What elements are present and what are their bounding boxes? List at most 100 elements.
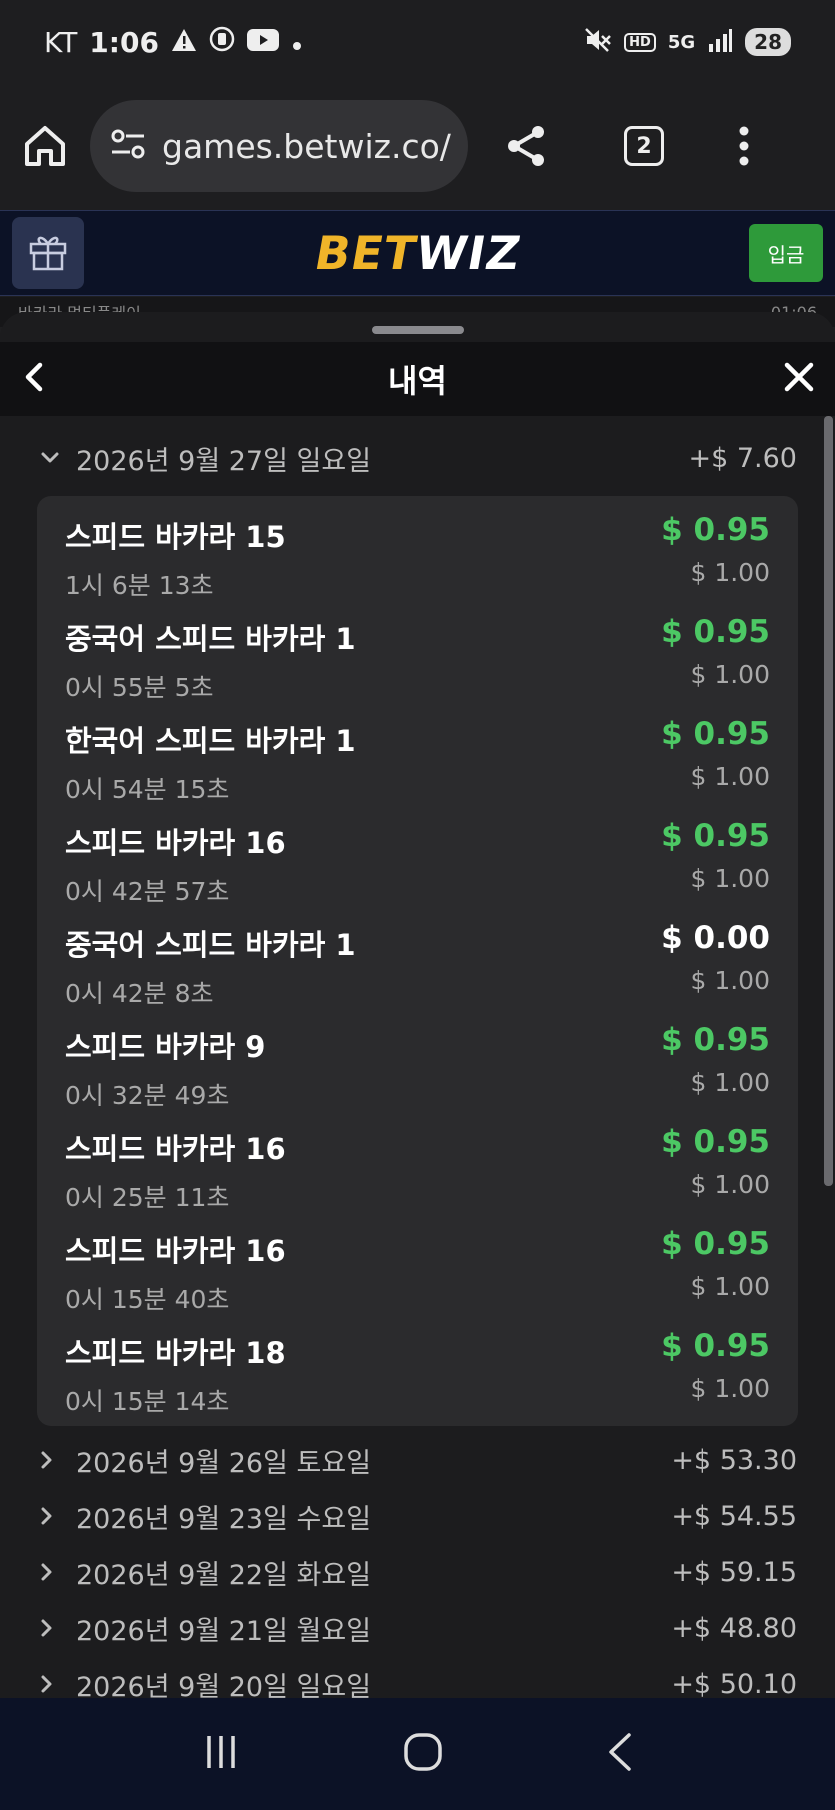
status-left: KT 1:06 — [44, 26, 303, 59]
stake-amount: $ 1.00 — [690, 966, 770, 995]
logo-bet: BET — [310, 226, 421, 280]
day-total: +$ 50.10 — [671, 1668, 797, 1699]
payout-amount: $ 0.95 — [661, 716, 770, 752]
deposit-button[interactable]: 입금 — [749, 224, 823, 282]
sheet-header: 내역 — [0, 342, 835, 416]
back-nav-icon[interactable] — [605, 1731, 635, 1777]
game-name: 한국어 스피드 바카라 1 — [65, 724, 356, 758]
day-date: 2026년 9월 27일 일요일 — [76, 445, 372, 477]
stake-amount: $ 1.00 — [690, 660, 770, 689]
day-header-expanded[interactable]: 2026년 9월 27일 일요일 +$ 7.60 — [0, 430, 835, 486]
game-name: 중국어 스피드 바카라 1 — [65, 622, 356, 656]
battery-level: 28 — [745, 28, 791, 56]
chevron-right-icon — [40, 1450, 66, 1470]
payout-amount: $ 0.95 — [661, 818, 770, 854]
chevron-right-icon — [40, 1562, 66, 1582]
day-header-collapsed[interactable]: 2026년 9월 20일 일요일 +$ 50.10 — [0, 1656, 835, 1698]
day-entries-card: 스피드 바카라 15 1시 6분 13초 $ 0.95 $ 1.00 중국어 스피드… — [37, 496, 798, 1426]
recent-apps-icon[interactable] — [201, 1732, 241, 1776]
game-time: 0시 55분 5초 — [65, 673, 214, 702]
stake-amount: $ 1.00 — [690, 864, 770, 893]
payout-amount: $ 0.95 — [661, 1226, 770, 1262]
game-time: 0시 32분 49초 — [65, 1081, 230, 1110]
clock: 1:06 — [89, 25, 159, 59]
game-time: 0시 42분 8초 — [65, 979, 214, 1008]
payout-amount: $ 0.95 — [661, 614, 770, 650]
carrier-label: KT — [44, 25, 78, 59]
tune-icon[interactable] — [110, 129, 146, 163]
day-total: +$ 7.60 — [688, 442, 797, 474]
more-vertical-icon[interactable] — [738, 125, 750, 167]
gift-button[interactable] — [12, 217, 84, 289]
stake-amount: $ 1.00 — [690, 1272, 770, 1301]
game-time: 1시 6분 13초 — [65, 571, 214, 600]
game-name: 스피드 바카라 16 — [65, 1234, 286, 1268]
game-time: 0시 15분 14초 — [65, 1387, 230, 1416]
home-nav-icon[interactable] — [402, 1731, 444, 1777]
url-text[interactable]: games.betwiz.co/ — [162, 127, 451, 166]
hd-badge: HD — [624, 32, 656, 52]
system-navigation-bar — [0, 1698, 835, 1810]
payout-amount: $ 0.00 — [661, 920, 770, 956]
game-name: 중국어 스피드 바카라 1 — [65, 928, 356, 962]
chevron-right-icon — [40, 1618, 66, 1638]
payout-amount: $ 0.95 — [661, 1022, 770, 1058]
payout-amount: $ 0.95 — [661, 512, 770, 548]
history-entry[interactable]: 중국어 스피드 바카라 1 0시 42분 8초 $ 0.00 $ 1.00 — [37, 910, 798, 1012]
history-entry[interactable]: 스피드 바카라 18 0시 15분 14초 $ 0.95 $ 1.00 — [37, 1318, 798, 1420]
day-total: +$ 48.80 — [671, 1612, 797, 1644]
sheet-drag-handle[interactable] — [372, 326, 464, 334]
day-total: +$ 54.55 — [671, 1500, 797, 1532]
history-entry[interactable]: 스피드 바카라 16 0시 25분 11초 $ 0.95 $ 1.00 — [37, 1114, 798, 1216]
site-header: BETWIZ 입금 — [0, 210, 835, 296]
stake-amount: $ 1.00 — [690, 1068, 770, 1097]
warning-icon — [171, 26, 197, 59]
stake-amount: $ 1.00 — [690, 1374, 770, 1403]
youtube-icon — [246, 26, 279, 59]
betwiz-logo[interactable]: BETWIZ — [310, 226, 525, 280]
chevron-left-icon[interactable] — [22, 362, 48, 396]
game-name: 스피드 바카라 16 — [65, 826, 286, 860]
game-name: 스피드 바카라 16 — [65, 1132, 286, 1166]
stake-amount: $ 1.00 — [690, 1170, 770, 1199]
history-list: 2026년 9월 27일 일요일 +$ 7.60 스피드 바카라 15 1시 6분… — [0, 416, 835, 1698]
game-time: 0시 15분 40초 — [65, 1285, 230, 1314]
status-right: HD 5G 28 — [584, 27, 791, 58]
chevron-down-icon — [40, 451, 66, 465]
game-name: 스피드 바카라 9 — [65, 1030, 266, 1064]
logo-wiz: WIZ — [411, 226, 525, 280]
payout-amount: $ 0.95 — [661, 1124, 770, 1160]
stake-amount: $ 1.00 — [690, 762, 770, 791]
sheet-title: 내역 — [388, 362, 447, 400]
day-total: +$ 59.15 — [671, 1556, 797, 1588]
history-entry[interactable]: 스피드 바카라 16 0시 15분 40초 $ 0.95 $ 1.00 — [37, 1216, 798, 1318]
day-header-collapsed[interactable]: 2026년 9월 21일 월요일 +$ 48.80 — [0, 1600, 835, 1656]
day-header-collapsed[interactable]: 2026년 9월 26일 토요일 +$ 53.30 — [0, 1432, 835, 1488]
day-header-collapsed[interactable]: 2026년 9월 23일 수요일 +$ 54.55 — [0, 1488, 835, 1544]
home-icon[interactable] — [22, 123, 68, 169]
day-date: 2026년 9월 20일 일요일 — [76, 1671, 372, 1699]
sync-icon — [209, 26, 235, 59]
history-entry[interactable]: 중국어 스피드 바카라 1 0시 55분 5초 $ 0.95 $ 1.00 — [37, 604, 798, 706]
history-entry[interactable]: 스피드 바카라 15 1시 6분 13초 $ 0.95 $ 1.00 — [37, 502, 798, 604]
game-time: 0시 42분 57초 — [65, 877, 230, 906]
history-entry[interactable]: 스피드 바카라 16 0시 42분 57초 $ 0.95 $ 1.00 — [37, 808, 798, 910]
address-bar[interactable]: games.betwiz.co/ — [90, 100, 468, 192]
history-entry[interactable]: 한국어 스피드 바카라 1 0시 54분 15초 $ 0.95 $ 1.00 — [37, 706, 798, 808]
tab-switcher-button[interactable]: 2 — [624, 126, 664, 166]
game-time: 0시 54분 15초 — [65, 775, 230, 804]
status-bar: KT 1:06 HD 5G 28 — [0, 0, 835, 84]
mute-icon — [584, 27, 612, 58]
history-sheet: 내역 2026년 9월 27일 일요일 +$ 7.60 스피드 바카라 15 1시… — [0, 312, 835, 1698]
day-date: 2026년 9월 21일 월요일 — [76, 1615, 372, 1647]
game-time: 0시 25분 11초 — [65, 1183, 230, 1212]
share-icon[interactable] — [504, 124, 548, 168]
browser-toolbar: games.betwiz.co/ 2 — [0, 84, 835, 208]
signal-icon — [707, 28, 733, 57]
game-name: 스피드 바카라 15 — [65, 520, 286, 554]
stake-amount: $ 1.00 — [690, 558, 770, 587]
day-header-collapsed[interactable]: 2026년 9월 22일 화요일 +$ 59.15 — [0, 1544, 835, 1600]
close-icon[interactable] — [783, 361, 815, 397]
history-entry[interactable]: 스피드 바카라 9 0시 32분 49초 $ 0.95 $ 1.00 — [37, 1012, 798, 1114]
collapsed-days: 2026년 9월 26일 토요일 +$ 53.30 2026년 9월 23일 수… — [0, 1432, 835, 1698]
